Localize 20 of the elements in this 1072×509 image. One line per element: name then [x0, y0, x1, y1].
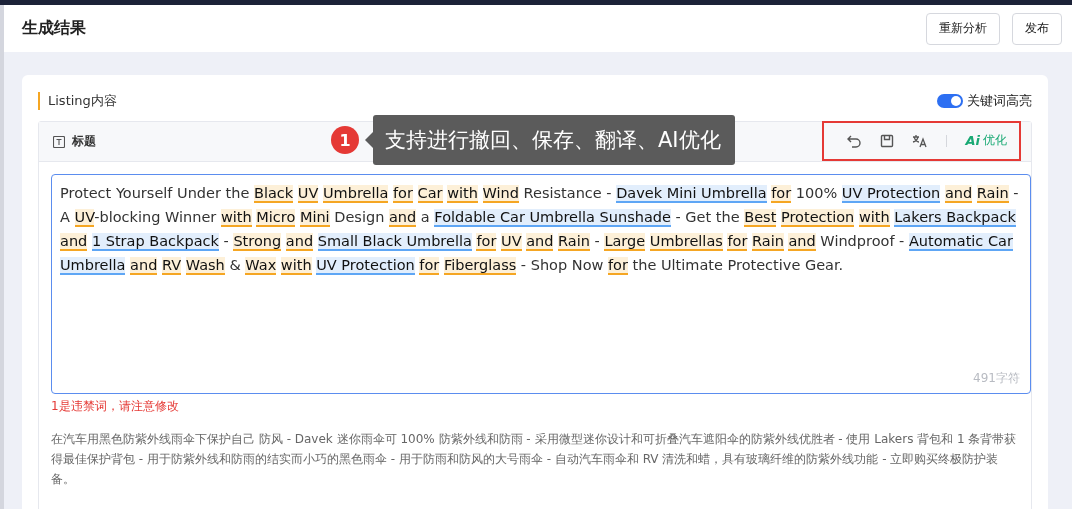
save-button[interactable]	[880, 133, 895, 148]
page-title: 生成结果	[22, 18, 86, 39]
warning-text: 1是违禁词，请注意修改	[51, 398, 180, 415]
annotation-tooltip: 支持进行撤回、保存、翻译、AI优化	[373, 115, 735, 165]
translation-text: 在汽车用黑色防紫外线雨伞下保护自己 防风 - Davek 迷你雨伞可 100% 防紫外线和防雨 - 采用微型迷你设计和可折叠汽车遮阳伞的防紫外线优胜者 - 使用 Lakers 背包和 1 条背带获得最佳保护背包 - 用于防紫外线和防雨的结实而小巧的黑色雨伞 - 用于防雨和防风的大号雨伞 - 自动汽车雨伞和 RV 清洗和蜡，具有玻璃纤维的防紫外线功能 - 立即购买终极防护装备。	[51, 431, 1018, 488]
title-editor[interactable]	[51, 174, 1031, 394]
char-count: 491字符	[973, 370, 1020, 387]
undo-icon	[846, 133, 863, 148]
keyword-highlight-toggle[interactable]	[937, 94, 963, 108]
toggle-label: 关键词高亮	[967, 92, 1032, 110]
field-title: 标题	[72, 133, 96, 150]
translate-icon	[912, 133, 929, 148]
publish-button[interactable]: 发布	[1012, 12, 1062, 45]
reanalyze-button[interactable]: 重新分析	[926, 12, 1000, 45]
section-title: Listing内容	[38, 92, 117, 110]
undo-button[interactable]	[846, 133, 863, 148]
text-icon	[53, 135, 65, 148]
save-icon	[880, 133, 895, 148]
translate-button[interactable]	[912, 133, 929, 148]
title-text: Protect Yourself Under the Black UV Umbrella for Car with Wind Resistance - Davek Mini Umbrella for 100% UV Protection and Rain - A UV-blocking Winner with Micro Mini Design and a Foldable Car Umbrella Sunshade - Get the Best Protection with Lakers Backpack and 1 Strap Backpack - Strong and Small Black Umbrella for UV and Rain - Large Umbrellas for Rain and Windproof - Automatic Car Umbrella and RV Wash & Wax with UV Protection for Fiberglass - Shop Now for the Ultimate Protective Gear.	[60, 184, 1020, 277]
